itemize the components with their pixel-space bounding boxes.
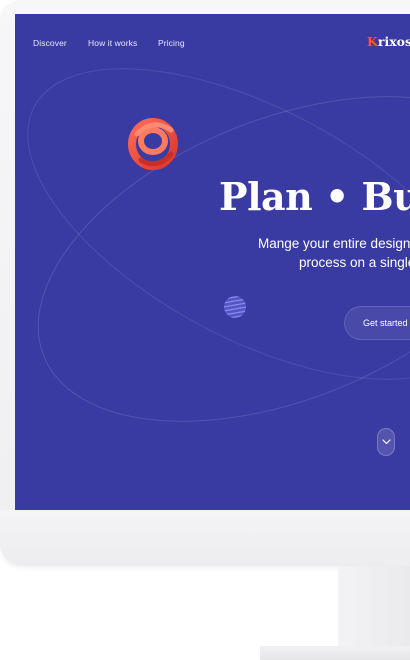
nav-discover[interactable]: Discover [33,38,67,48]
hero-subline-2: process on a single [299,255,410,270]
chevron-down-icon [382,439,391,445]
logo-initial: K [367,34,378,49]
nav-how-it-works[interactable]: How it works [88,38,137,48]
striped-sphere-icon [224,296,246,318]
hero-headline: Plan • Buil [219,174,410,219]
nav-pricing[interactable]: Pricing [158,38,185,48]
logo-rest: rixos [377,34,410,49]
red-spiral-icon [128,118,178,170]
monitor-chin [0,510,410,566]
monitor-stand [338,566,410,648]
get-started-button[interactable]: Get started [344,306,410,340]
hero-subline-1: Mange your entire design [258,236,410,251]
scroll-down-button[interactable] [377,428,395,456]
monitor-stand-base [260,646,410,660]
website-hero-screen: Discover How it works Pricing Krixos Pla… [15,14,410,510]
brand-logo[interactable]: Krixos [367,34,410,49]
